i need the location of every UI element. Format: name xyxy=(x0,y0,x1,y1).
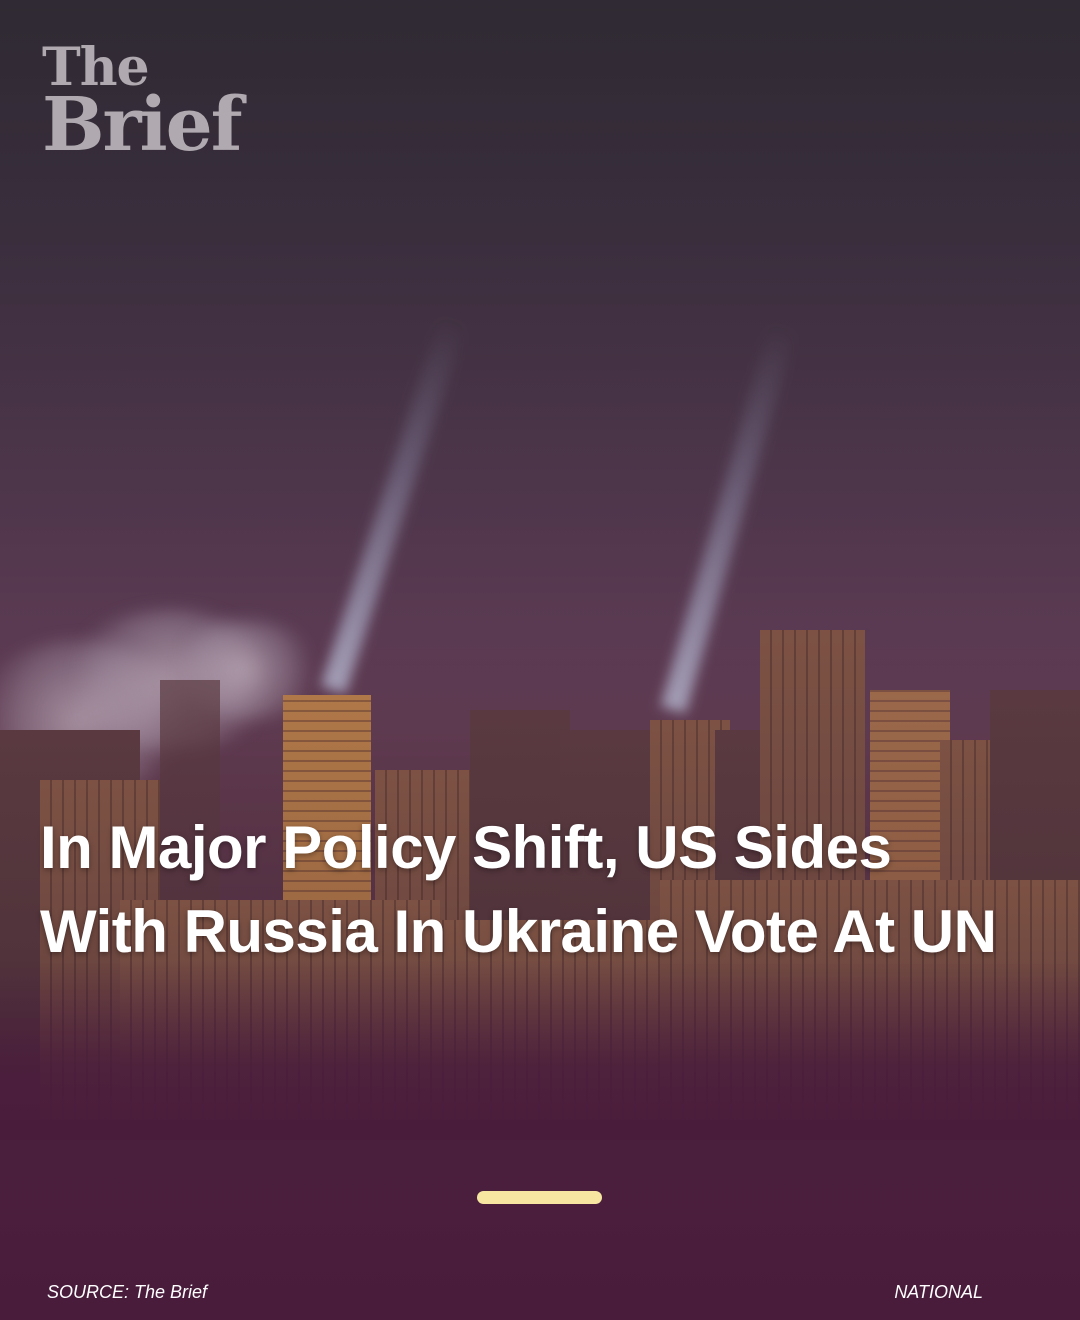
brand-logo: The Brief xyxy=(42,42,243,168)
pager-indicator[interactable] xyxy=(477,1191,602,1204)
logo-line-brief: Brief xyxy=(42,82,243,168)
category-label: NATIONAL xyxy=(894,1282,983,1302)
headline: In Major Policy Shift, US Sides With Rus… xyxy=(40,814,997,965)
news-card: The Brief In Major Policy Shift, US Side… xyxy=(0,0,1080,1320)
source-label: SOURCE: The Brief xyxy=(47,1282,208,1302)
gradient-overlay xyxy=(0,960,1080,1140)
